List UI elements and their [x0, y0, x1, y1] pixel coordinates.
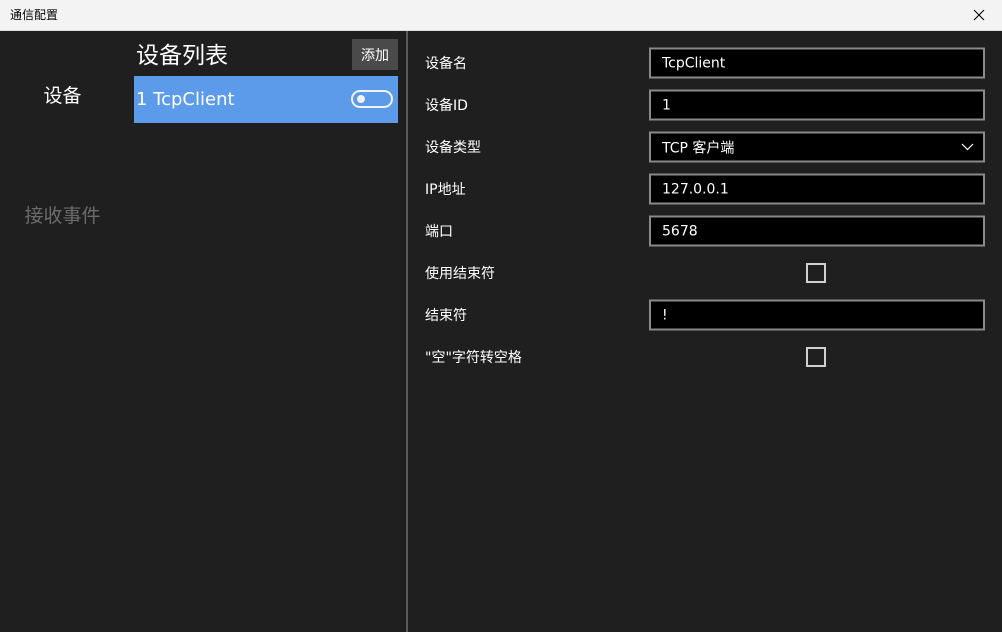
row-ip-address: IP地址 [408, 168, 1002, 210]
terminator-input[interactable] [649, 299, 985, 331]
row-device-id: 设备ID [408, 84, 1002, 126]
terminator-label: 结束符 [425, 308, 467, 324]
nav-item-devices[interactable]: 设备 [0, 81, 125, 108]
device-list-item[interactable]: 1 TcpClient [134, 76, 398, 123]
device-config-form: 设备名 设备ID 设备类型 TCP 客户端 IP地址 端口 使用结束符 [408, 31, 1002, 632]
row-port: 端口 [408, 210, 1002, 252]
ip-address-input[interactable] [649, 173, 985, 205]
add-device-button[interactable]: 添加 [352, 39, 398, 70]
device-id-input[interactable] [649, 89, 985, 121]
use-terminator-label: 使用结束符 [425, 266, 495, 282]
window-title: 通信配置 [10, 8, 59, 22]
device-list-panel: 设备列表 添加 1 TcpClient [125, 31, 406, 632]
close-icon [973, 9, 985, 21]
nav-sidebar: 设备 接收事件 [0, 31, 125, 632]
use-terminator-checkbox[interactable] [806, 263, 826, 283]
device-name-input[interactable] [649, 47, 985, 79]
device-type-label: 设备类型 [425, 140, 481, 156]
title-bar: 通信配置 [0, 0, 1002, 31]
row-device-name: 设备名 [408, 42, 1002, 84]
ip-address-label: IP地址 [425, 182, 466, 198]
device-id-label: 设备ID [425, 98, 468, 114]
null-to-space-checkbox[interactable] [806, 347, 826, 367]
row-device-type: 设备类型 TCP 客户端 [408, 126, 1002, 168]
device-enable-toggle[interactable] [351, 90, 393, 108]
communication-config-window: 通信配置 设备 接收事件 设备列表 添加 1 TcpClient 设备名 Tcp… [0, 0, 1002, 632]
device-type-select[interactable]: TCP 客户端 [649, 131, 985, 163]
chevron-down-icon [961, 143, 974, 151]
device-name-label: 设备名 [425, 56, 467, 72]
device-item-label: 1 TcpClient [136, 89, 235, 110]
device-type-value: TCP 客户端 [662, 140, 735, 156]
null-to-space-label: "空"字符转空格 [425, 350, 522, 366]
row-terminator: 结束符 [408, 294, 1002, 336]
device-list-title: 设备列表 [136, 43, 228, 69]
close-button[interactable] [956, 0, 1002, 30]
row-use-terminator: 使用结束符 [408, 252, 1002, 294]
port-input[interactable] [649, 215, 985, 247]
nav-item-receive-events[interactable]: 接收事件 [0, 201, 125, 228]
port-label: 端口 [425, 224, 453, 240]
toggle-knob [357, 95, 365, 103]
row-null-to-space: "空"字符转空格 [408, 336, 1002, 378]
